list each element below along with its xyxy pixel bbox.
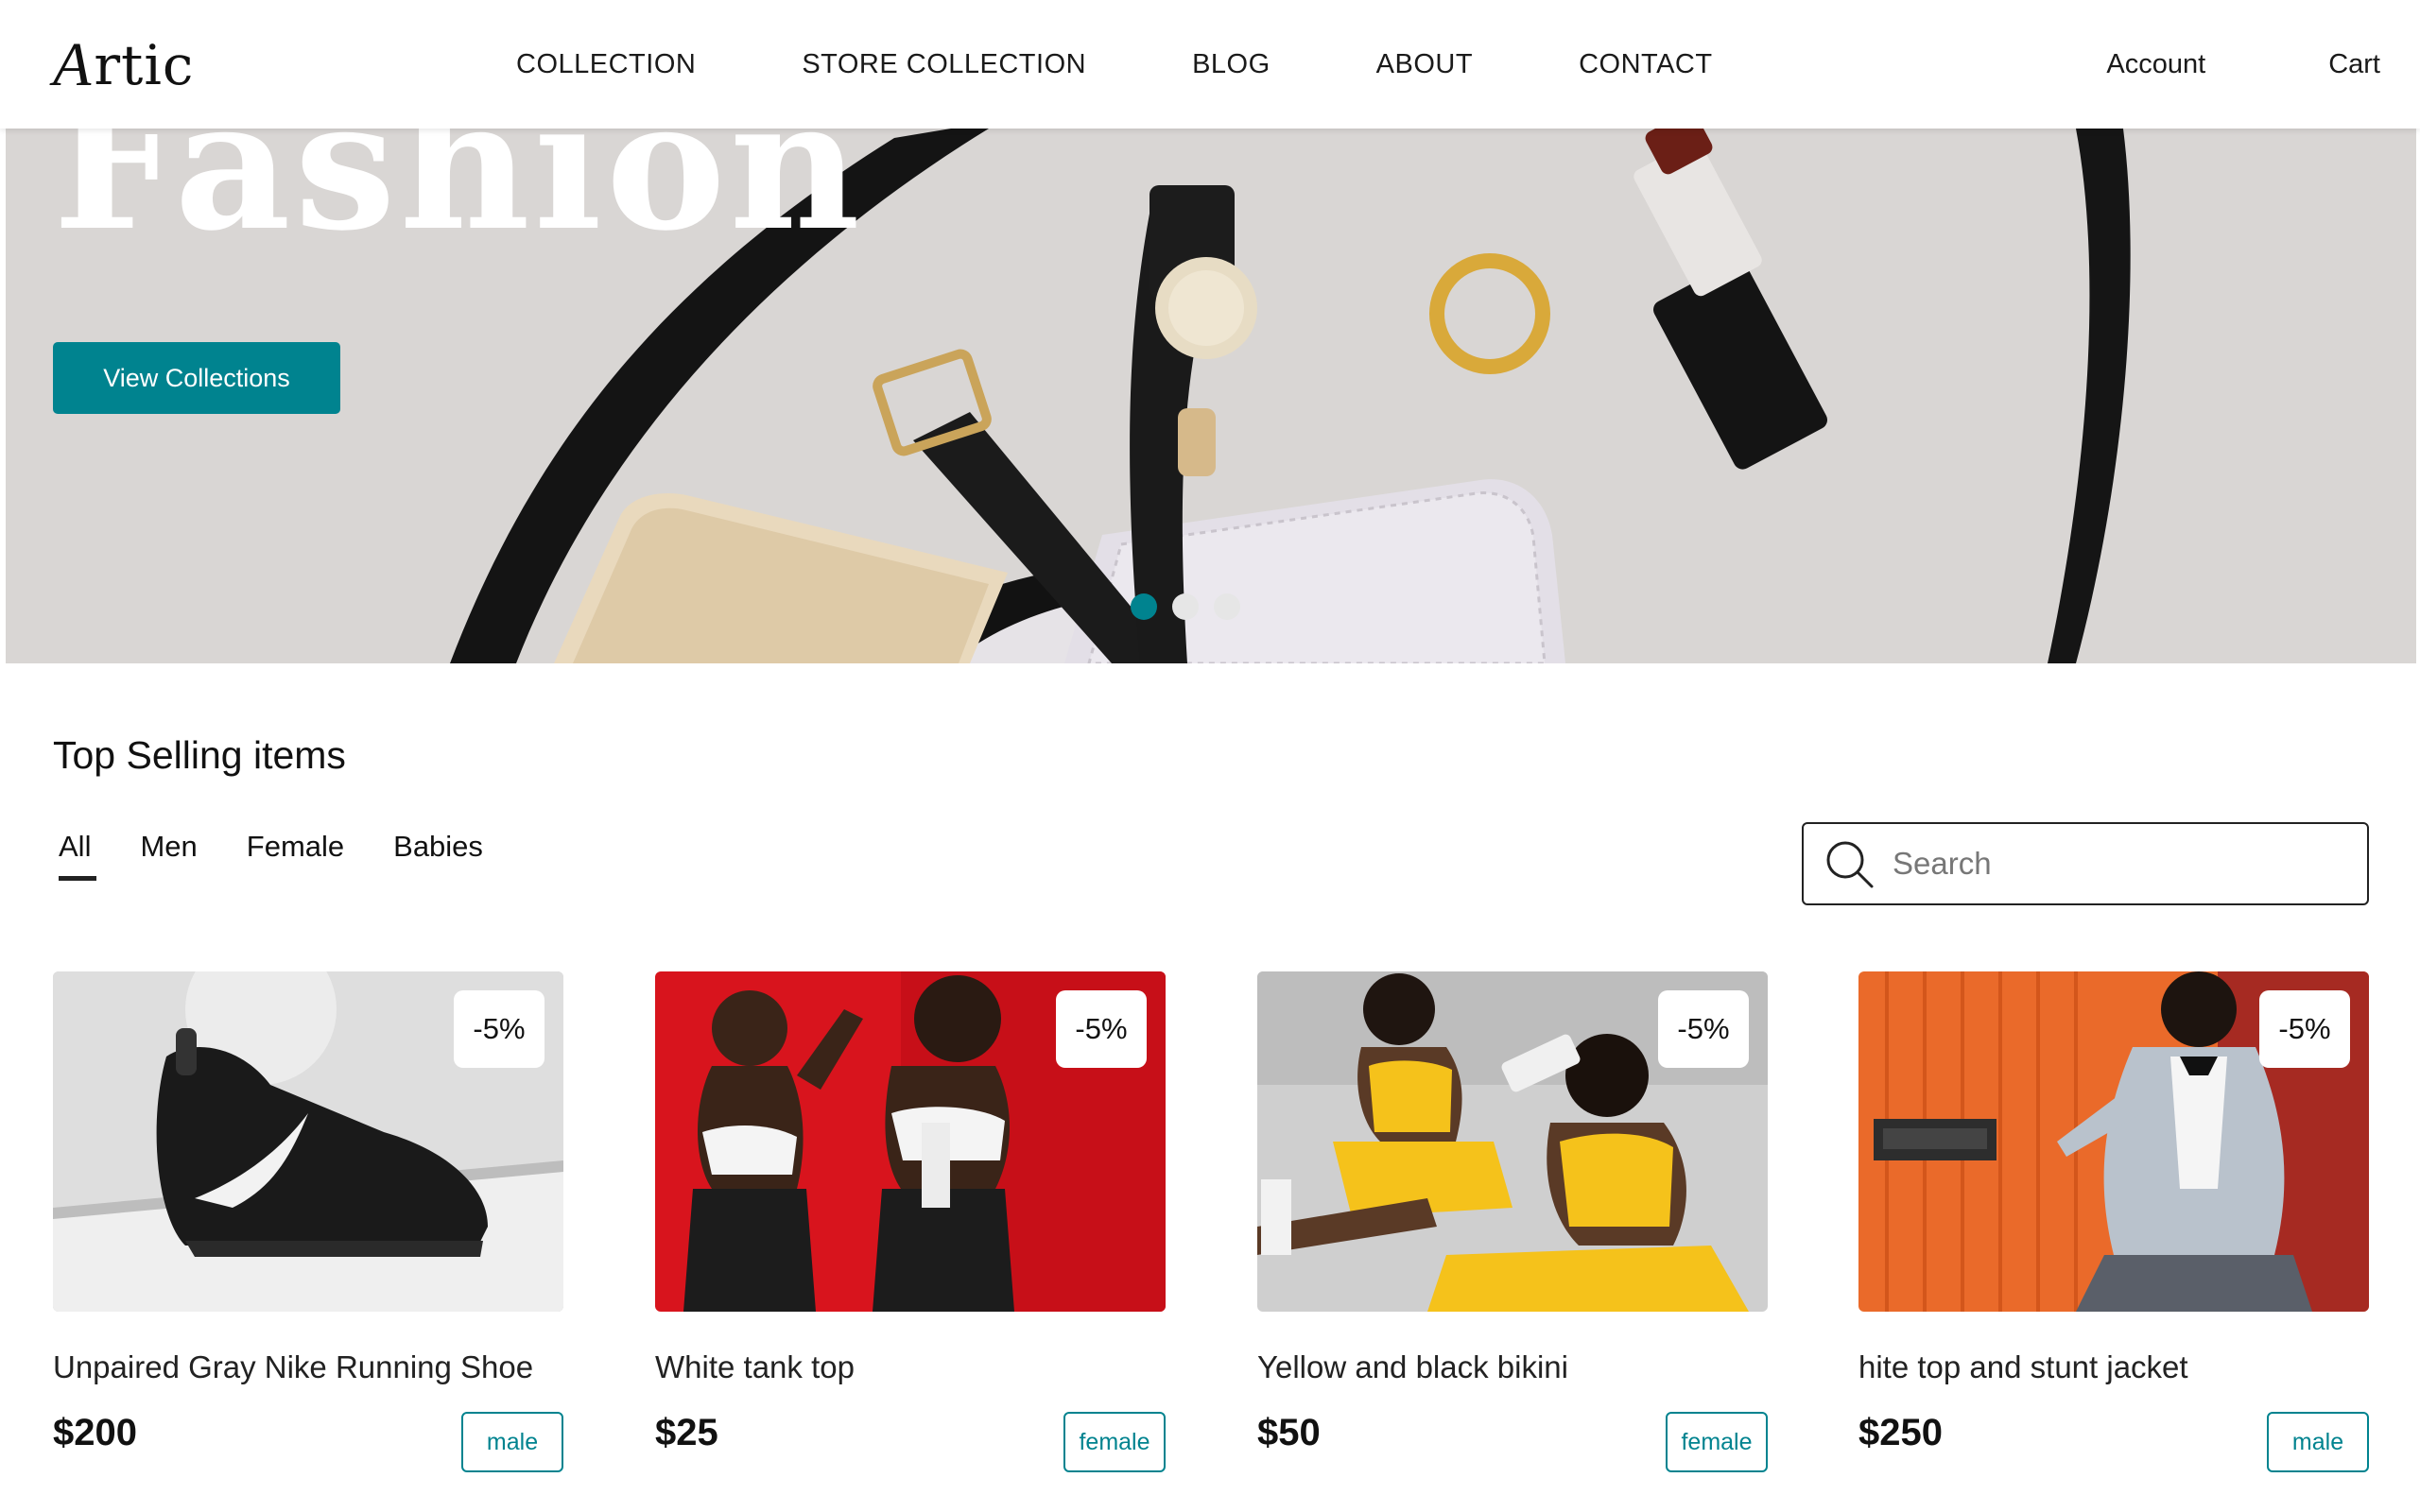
discount-badge: -5%	[454, 990, 544, 1068]
nav-blog[interactable]: BLOG	[1192, 43, 1270, 85]
slider-dots	[1131, 593, 1240, 620]
product-image-yellow-sportswear[interactable]: -5%	[1257, 971, 1768, 1312]
discount-badge: -5%	[1658, 990, 1749, 1068]
product-name[interactable]: Yellow and black bikini	[1257, 1349, 1568, 1385]
product-price: $25	[655, 1412, 718, 1453]
product-price: $200	[53, 1412, 137, 1453]
product-card[interactable]: -5% White tank top $25 female	[655, 971, 1166, 1501]
search-input[interactable]	[1893, 846, 2346, 882]
nav-collection[interactable]: COLLECTION	[516, 43, 696, 85]
category-tabs: All Men Female Babies	[53, 826, 527, 881]
product-price: $250	[1858, 1412, 1943, 1453]
nav-about[interactable]: ABOUT	[1376, 43, 1473, 85]
tab-female[interactable]: Female	[241, 826, 350, 881]
search-box	[1802, 822, 2369, 905]
product-card[interactable]: -5% Yellow and black bikini $50 female	[1257, 971, 1768, 1501]
product-name[interactable]: Unpaired Gray Nike Running Shoe	[53, 1349, 533, 1385]
slide-dot-1[interactable]	[1131, 593, 1157, 620]
nav-contact[interactable]: CONTACT	[1579, 43, 1713, 85]
section-title: Top Selling items	[53, 733, 346, 777]
product-image-man-jacket[interactable]: -5%	[1858, 971, 2369, 1312]
slide-dot-2[interactable]	[1172, 593, 1199, 620]
tab-men[interactable]: Men	[134, 826, 202, 881]
discount-badge: -5%	[2259, 990, 2350, 1068]
hero-title: Fashion	[53, 129, 864, 270]
view-collections-button[interactable]: View Collections	[53, 342, 340, 414]
product-name[interactable]: hite top and stunt jacket	[1858, 1349, 2188, 1385]
logo-mark: A	[53, 30, 93, 99]
product-name[interactable]: White tank top	[655, 1349, 855, 1385]
product-image-sneaker[interactable]: -5%	[53, 971, 563, 1312]
tab-babies[interactable]: Babies	[388, 826, 489, 881]
hero-banner: Fashion View Collections	[6, 129, 2416, 663]
logo-text: rtic	[94, 33, 195, 97]
header-actions: Account Cart	[1983, 43, 2380, 85]
product-image-tank-top[interactable]: -5%	[655, 971, 1166, 1312]
search-icon[interactable]	[1823, 837, 1876, 890]
gender-tag[interactable]: male	[461, 1412, 563, 1472]
slide-dot-3[interactable]	[1214, 593, 1240, 620]
cart-link[interactable]: Cart	[2328, 43, 2380, 85]
nav-store-collection[interactable]: STORE COLLECTION	[802, 43, 1086, 85]
logo[interactable]: A rtic	[53, 30, 195, 99]
gender-tag[interactable]: female	[1666, 1412, 1768, 1472]
site-header: A rtic COLLECTION STORE COLLECTION BLOG …	[0, 0, 2420, 129]
main-nav: COLLECTION STORE COLLECTION BLOG ABOUT C…	[516, 43, 1713, 85]
gender-tag[interactable]: female	[1063, 1412, 1166, 1472]
account-link[interactable]: Account	[2106, 43, 2205, 85]
discount-badge: -5%	[1056, 990, 1147, 1068]
product-price: $50	[1257, 1412, 1321, 1453]
product-card[interactable]: -5% hite top and stunt jacket $250 male	[1858, 971, 2369, 1501]
product-grid: -5% Unpaired Gray Nike Running Shoe $200…	[53, 971, 2369, 1501]
gender-tag[interactable]: male	[2267, 1412, 2369, 1472]
tab-all[interactable]: All	[53, 826, 97, 881]
product-card[interactable]: -5% Unpaired Gray Nike Running Shoe $200…	[53, 971, 563, 1501]
